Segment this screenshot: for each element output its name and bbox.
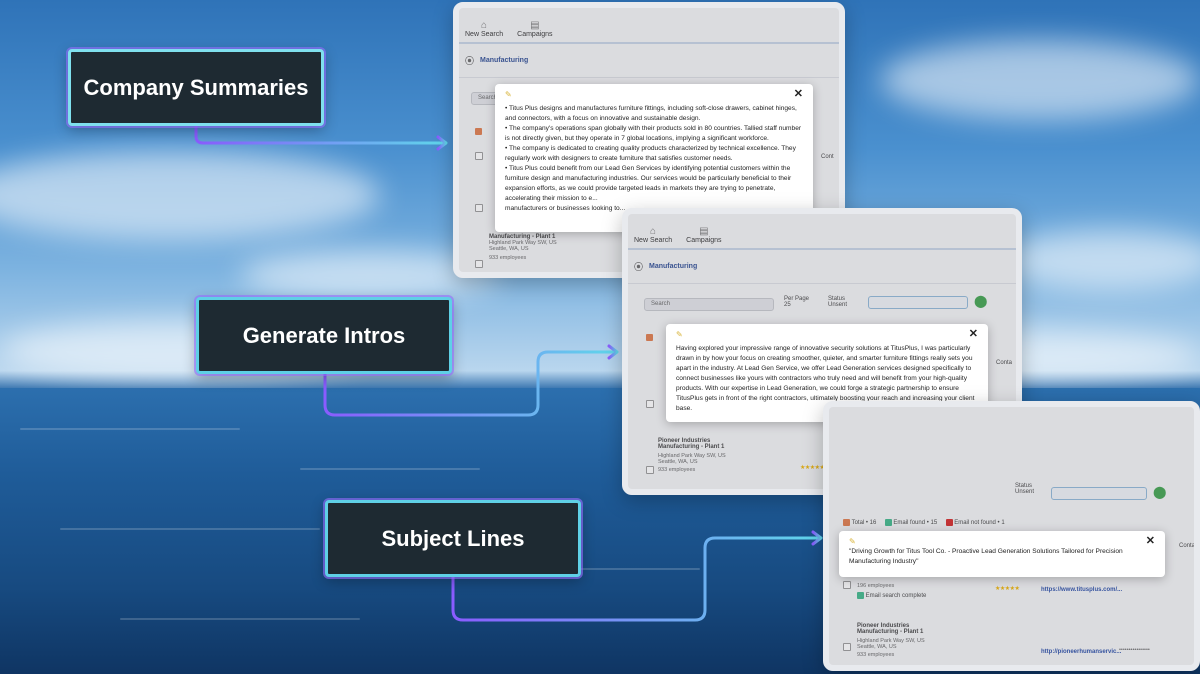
close-icon[interactable]: ✕ [969, 329, 978, 340]
pencil-icon[interactable]: ✎ [505, 90, 512, 100]
generate-intros-label: Generate Intros [196, 297, 452, 374]
subject-line: "Driving Growth for Titus Tool Co. - Pro… [849, 548, 1123, 565]
close-icon[interactable]: ✕ [794, 89, 803, 100]
subject-line-popup: ✎ ✕ "Driving Growth for Titus Tool Co. -… [839, 531, 1165, 577]
arrow-summaries [194, 124, 447, 145]
summary-bullet: • The company is dedicated to creating q… [505, 145, 796, 162]
summary-bullet: • The company's operations span globally… [505, 125, 802, 142]
subject-text: "Driving Growth for Titus Tool Co. - Pro… [849, 547, 1155, 567]
close-icon[interactable]: ✕ [1146, 536, 1155, 547]
summary-bullet: • Titus Plus could benefit from our Lead… [505, 165, 792, 202]
subject-lines-panel: Status Unsent ⬤ Total • 16 Email found •… [823, 401, 1200, 671]
pencil-icon[interactable]: ✎ [849, 537, 856, 547]
pencil-icon[interactable]: ✎ [676, 330, 683, 340]
summary-text: • Titus Plus designs and manufactures fu… [505, 104, 803, 214]
company-summaries-label: Company Summaries [68, 49, 324, 126]
summary-bullet: • Titus Plus designs and manufactures fu… [505, 105, 797, 122]
subject-lines-label: Subject Lines [325, 500, 581, 577]
